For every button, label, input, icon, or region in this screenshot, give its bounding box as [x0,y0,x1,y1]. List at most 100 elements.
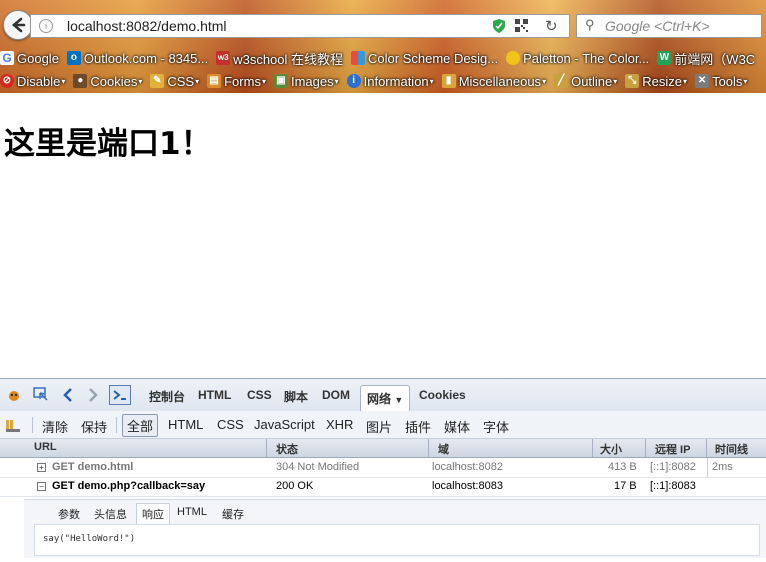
tab-cookies[interactable]: Cookies [419,388,466,402]
request-remote-ip: [::1]:8082 [650,461,696,473]
search-placeholder: Google <Ctrl+K> [605,18,710,34]
toolbar-resize[interactable]: ⤡ Resize ▾ [625,74,687,89]
toolbar-images[interactable]: ▣ Images ▾ [273,73,339,89]
filter-javascript[interactable]: JavaScript [254,417,315,432]
w3cfuns-icon: W [657,51,672,65]
address-bar[interactable]: i localhost:8082/demo.html ↻ [30,14,570,38]
request-domain: localhost:8082 [432,461,503,473]
filter-xhr[interactable]: XHR [326,417,353,432]
bookmark-w3cfuns[interactable]: W 前端网（W3C [657,49,755,68]
filter-images[interactable]: 图片 [366,417,392,436]
toolbar-label: Information [363,73,429,89]
toolbar-information[interactable]: i Information ▾ [346,73,434,89]
column-url[interactable]: URL [34,441,57,453]
clear-button[interactable]: 清除 [42,417,68,436]
column-timeline[interactable]: 时间线 [715,441,748,457]
browser-chrome: i localhost:8082/demo.html ↻ ⚲ Google <C… [0,0,766,93]
separator [32,417,33,433]
toolbar-outline[interactable]: ╱ Outline ▾ [554,74,617,89]
tab-script[interactable]: 脚本 [284,388,308,405]
column-status[interactable]: 状态 [276,441,298,457]
tab-params[interactable]: 参数 [58,506,80,522]
tab-cache[interactable]: 缓存 [222,506,244,522]
toolbar-tools[interactable]: ✕ Tools ▾ [695,74,747,89]
tab-response-html[interactable]: HTML [177,506,207,518]
request-remote-ip: [::1]:8083 [650,480,696,492]
url-text[interactable]: localhost:8082/demo.html [67,18,227,34]
firebug-bug-icon[interactable] [6,387,22,403]
bookmark-google[interactable]: G Google [0,51,59,66]
bookmark-w3school[interactable]: w3 w3school 在线教程 [216,49,343,68]
request-size: 17 B [614,480,637,492]
filter-all[interactable]: 全部 [122,414,159,437]
toolbar-miscellaneous[interactable]: ▮ Miscellaneous ▾ [441,74,546,89]
chevron-down-icon[interactable]: ▼ [394,395,403,405]
response-text[interactable]: say("HelloWord!") [43,534,135,544]
timeline-marker [707,458,708,477]
filter-html[interactable]: HTML [168,417,203,432]
outlook-icon: o [66,51,81,65]
separator [116,417,117,433]
qr-code-icon[interactable] [515,19,528,32]
css-icon: ✎ [150,74,165,88]
reload-icon[interactable]: ↻ [545,17,558,35]
toolbar-label: Cookies [90,73,138,89]
column-divider[interactable] [428,439,429,457]
filter-css[interactable]: CSS [217,417,244,432]
command-line-icon[interactable] [109,385,131,405]
request-size: 413 B [608,461,637,473]
chevron-right-icon[interactable] [85,387,101,403]
tab-html[interactable]: HTML [198,388,231,402]
column-size[interactable]: 大小 [600,441,622,457]
miscellaneous-icon: ▮ [441,74,456,88]
inspect-icon[interactable] [33,387,49,403]
tab-network[interactable]: 网络 ▼ [360,385,411,412]
bookmark-label: 前端网（W3C [674,51,756,67]
shield-icon[interactable] [493,19,505,33]
persist-button[interactable]: 保持 [81,417,107,436]
request-url[interactable]: GET demo.php?callback=say [52,480,205,492]
filter-media[interactable]: 媒体 [444,417,470,436]
search-box[interactable]: ⚲ Google <Ctrl+K> [576,14,762,38]
table-row[interactable]: − GET demo.php?callback=say 200 OK local… [0,477,766,497]
google-icon: G [0,51,14,65]
column-divider[interactable] [706,439,707,457]
back-button[interactable] [3,10,33,40]
filter-fonts[interactable]: 字体 [483,417,509,436]
column-remote-ip[interactable]: 远程 IP [655,441,690,457]
site-info-icon[interactable]: i [39,19,53,33]
tab-css[interactable]: CSS [247,388,272,402]
back-arrow-icon [12,17,26,33]
expand-icon[interactable]: + [37,463,46,472]
tab-dom[interactable]: DOM [322,388,350,402]
request-url[interactable]: GET demo.html [52,461,133,473]
column-divider[interactable] [645,439,646,457]
response-body[interactable]: say("HelloWord!") [34,524,760,556]
request-status: 200 OK [276,480,314,492]
toolbar-cookies[interactable]: ● Cookies ▾ [73,74,142,89]
bookmark-label: Color Scheme Desig... [368,50,499,66]
tab-headers[interactable]: 头信息 [94,506,127,522]
bookmark-outlook[interactable]: o Outlook.com - 8345... [66,51,208,66]
bookmark-label: w3school 在线教程 [233,51,344,67]
color-scheme-icon [351,51,366,65]
chevron-left-icon[interactable] [60,387,76,403]
tab-response[interactable]: 响应 [136,503,170,525]
w3school-icon: w3 [216,51,231,65]
toolbar-forms[interactable]: ▤ Forms ▾ [207,74,266,89]
bookmark-paletton[interactable]: Paletton - The Color... [506,51,649,66]
filter-plugins[interactable]: 插件 [405,417,431,436]
xhr-icon[interactable] [5,417,21,433]
toolbar-label: Images [290,73,334,89]
collapse-icon[interactable]: − [37,482,46,491]
column-divider[interactable] [266,439,267,457]
bookmark-color-scheme[interactable]: Color Scheme Desig... [351,51,498,66]
tab-console[interactable]: 控制台 [149,388,185,405]
toolbar-css[interactable]: ✎ CSS ▾ [150,74,199,89]
table-row[interactable]: + GET demo.html 304 Not Modified localho… [0,458,766,478]
request-domain: localhost:8083 [432,480,503,492]
column-divider[interactable] [592,439,593,457]
web-developer-toolbar: ⊘ Disable ▾ ● Cookies ▾ ✎ CSS ▾ ▤ Forms ▾ ▣ … [0,70,766,92]
column-domain[interactable]: 域 [438,441,449,457]
toolbar-disable[interactable]: ⊘ Disable ▾ [0,74,65,89]
